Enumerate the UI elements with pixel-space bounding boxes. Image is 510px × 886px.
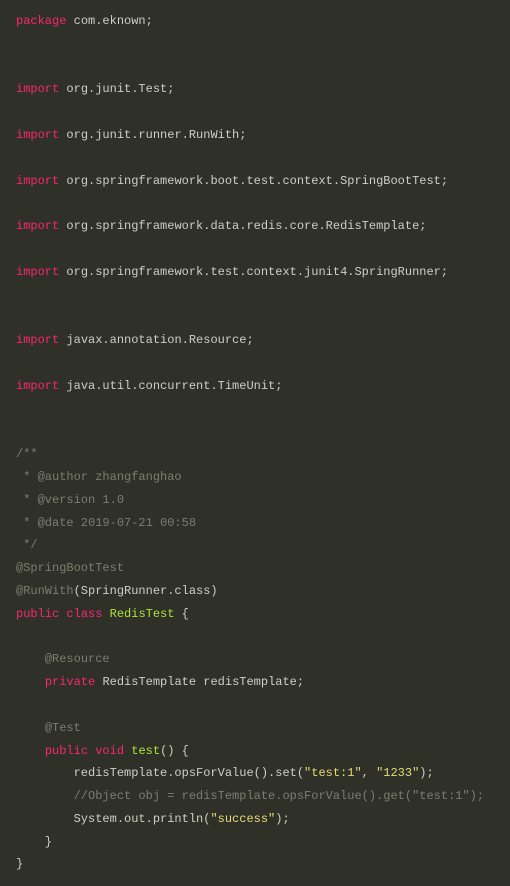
keyword-import: import [16, 219, 59, 233]
code-block: package com.eknown; import org.junit.Tes… [0, 0, 510, 886]
string-success: "success" [210, 812, 275, 826]
comment-date: * @date 2019-07-21 00:58 [16, 516, 196, 530]
import-path: javax.annotation.Resource [66, 333, 246, 347]
keyword-private: private [45, 675, 95, 689]
import-path: org.springframework.test.context.junit4.… [66, 265, 440, 279]
keyword-import: import [16, 128, 59, 142]
comment-line: //Object obj = redisTemplate.opsForValue… [74, 789, 484, 803]
keyword-void: void [95, 744, 124, 758]
code-set-call: redisTemplate.opsForValue().set( [74, 766, 304, 780]
annotation-runwith: @RunWith [16, 584, 74, 598]
comment-open: /** [16, 447, 38, 461]
import-path: org.junit.runner.RunWith [66, 128, 239, 142]
import-path: java.util.concurrent.TimeUnit [66, 379, 275, 393]
comment-author: * @author zhangfanghao [16, 470, 182, 484]
code-println-pre: System.out.println( [74, 812, 211, 826]
annotation-runwith-arg: (SpringRunner.class) [74, 584, 218, 598]
code-set-end: ); [419, 766, 433, 780]
string-val: "1233" [376, 766, 419, 780]
annotation-resource: @Resource [45, 652, 110, 666]
comment-close: */ [16, 538, 38, 552]
keyword-public: public [45, 744, 88, 758]
keyword-public: public [16, 607, 59, 621]
var-redistemplate: redisTemplate [203, 675, 297, 689]
keyword-import: import [16, 265, 59, 279]
package-name: com.eknown [74, 14, 146, 28]
comma: , [362, 766, 376, 780]
keyword-import: import [16, 379, 59, 393]
import-path: org.springframework.boot.test.context.Sp… [66, 174, 440, 188]
keyword-import: import [16, 333, 59, 347]
keyword-package: package [16, 14, 66, 28]
type-redistemplate: RedisTemplate [102, 675, 196, 689]
keyword-import: import [16, 82, 59, 96]
class-name: RedisTest [110, 607, 175, 621]
annotation-test: @Test [45, 721, 81, 735]
keyword-class: class [66, 607, 102, 621]
code-println-post: ); [275, 812, 289, 826]
method-name: test [131, 744, 160, 758]
import-path: org.junit.Test [66, 82, 167, 96]
comment-version: * @version 1.0 [16, 493, 124, 507]
keyword-import: import [16, 174, 59, 188]
import-path: org.springframework.data.redis.core.Redi… [66, 219, 419, 233]
annotation-springboottest: @SpringBootTest [16, 561, 124, 575]
string-key: "test:1" [304, 766, 362, 780]
